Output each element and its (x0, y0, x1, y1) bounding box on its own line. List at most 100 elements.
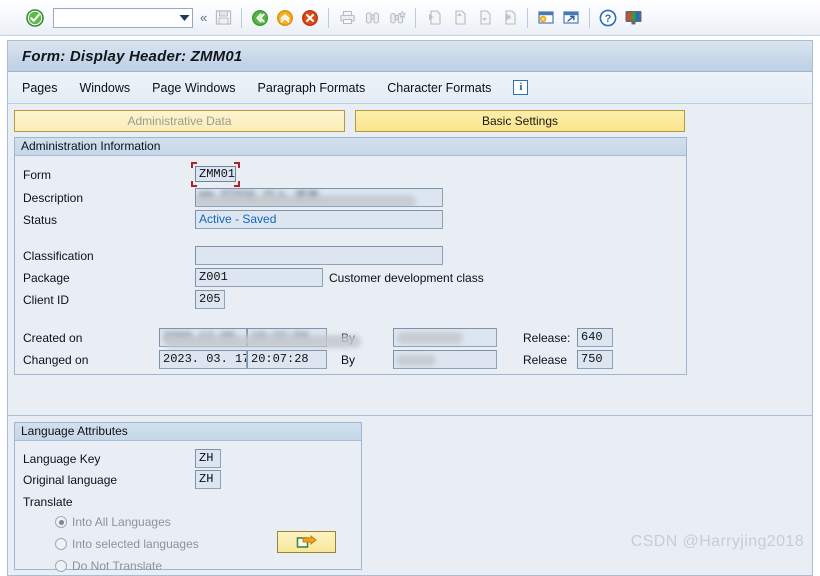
changed-on-date: 2023. 03. 17 (159, 350, 247, 369)
menu-item-page-windows[interactable]: Page Windows (152, 81, 235, 95)
administration-information-group: Administration Information Form ZMM01 De… (14, 137, 687, 375)
content-panel: Administrative Data Basic Settings Admin… (7, 104, 813, 576)
translate-transport-button[interactable] (277, 531, 336, 553)
menu-item-pages[interactable]: Pages (22, 81, 57, 95)
form-field-focus-wrapper: ZMM01 (195, 166, 236, 183)
changed-on-time: 20:07:28 (247, 350, 327, 369)
binoculars-plus-icon[interactable] (386, 7, 408, 29)
client-id-field-row: Client ID 205 (23, 290, 225, 309)
radio-into-all-languages[interactable]: Into All Languages (55, 515, 171, 529)
created-by-redaction-overlay (397, 332, 463, 344)
next-page-icon[interactable] (473, 7, 495, 29)
language-key-label: Language Key (23, 452, 195, 466)
changed-by-value (393, 350, 497, 369)
shortcut-window-icon[interactable] (560, 7, 582, 29)
radio-into-selected-languages[interactable]: Into selected languages (55, 537, 199, 551)
toolbar-divider (589, 8, 590, 28)
classification-input[interactable] (195, 246, 443, 265)
created-on-date: 2008.12.06 (159, 328, 247, 347)
focus-corner-top-right (234, 162, 240, 168)
menu-item-paragraph-formats[interactable]: Paragraph Formats (258, 81, 366, 95)
previous-page-icon[interactable] (448, 7, 470, 29)
created-by-value (393, 328, 497, 347)
translate-label: Translate (23, 495, 73, 509)
administration-information-header: Administration Information (15, 138, 686, 156)
changed-on-label: Changed on (23, 353, 159, 367)
command-field[interactable] (53, 8, 193, 28)
client-id-label: Client ID (23, 293, 195, 307)
help-question-icon[interactable]: ? (597, 7, 619, 29)
menu-item-character-formats[interactable]: Character Formats (387, 81, 491, 95)
transport-arrow-icon (296, 533, 318, 552)
binoculars-icon[interactable] (361, 7, 383, 29)
classification-field-row: Classification (23, 246, 443, 265)
original-language-row: Original language ZH (23, 470, 221, 489)
toolbar-divider (415, 8, 416, 28)
save-disk-icon[interactable] (212, 7, 234, 29)
form-label: Form (23, 168, 195, 182)
green-check-icon[interactable] (24, 7, 46, 29)
tab-administrative-data[interactable]: Administrative Data (14, 110, 345, 132)
collapse-command-icon[interactable]: « (198, 11, 209, 24)
changed-by-label: By (341, 353, 393, 367)
created-on-time: 10:22:50 (247, 328, 327, 347)
tab-strip: Administrative Data Basic Settings (14, 110, 806, 132)
radio-do-not-translate-button[interactable] (55, 560, 67, 572)
language-attributes-header: Language Attributes (15, 423, 361, 441)
printer-icon[interactable] (336, 7, 358, 29)
svg-text:?: ? (605, 13, 612, 25)
toolbar-divider (328, 8, 329, 28)
section-divider (8, 415, 812, 416)
created-time-redacted-text: 10:22:50 (251, 330, 309, 344)
radio-selected-dot (59, 520, 64, 525)
created-release-label: Release: (523, 331, 577, 345)
status-field-row: Status Active - Saved (23, 210, 443, 229)
created-on-row: Created on 2008.12.06 10:22:50 By Releas… (23, 328, 613, 347)
changed-by-redaction-overlay (396, 355, 436, 366)
radio-do-not-translate-label: Do Not Translate (72, 559, 162, 573)
tab-basic-settings-label: Basic Settings (482, 114, 558, 128)
form-input[interactable]: ZMM01 (195, 166, 236, 182)
watermark-text: CSDN @Harryjing2018 (631, 533, 804, 551)
created-on-label: Created on (23, 331, 159, 345)
new-session-icon[interactable] (535, 7, 557, 29)
red-cancel-icon[interactable] (299, 7, 321, 29)
description-redacted-text: MM 打印化 行入 底单 (199, 190, 319, 204)
radio-into-selected-languages-label: Into selected languages (72, 537, 199, 551)
tab-basic-settings[interactable]: Basic Settings (355, 110, 685, 132)
last-page-icon[interactable] (498, 7, 520, 29)
status-value: Active - Saved (195, 210, 443, 229)
classification-label: Classification (23, 249, 195, 263)
package-hint: Customer development class (329, 271, 484, 285)
info-icon[interactable]: i (513, 80, 528, 95)
radio-into-selected-languages-button[interactable] (55, 538, 67, 550)
orange-up-arrow-icon[interactable] (274, 7, 296, 29)
radio-into-all-languages-button[interactable] (55, 516, 67, 528)
focus-corner-top-left (191, 162, 197, 168)
toolbar-divider (241, 8, 242, 28)
customize-layout-icon[interactable] (622, 7, 644, 29)
command-input[interactable] (54, 11, 176, 25)
created-by-label: By (341, 331, 393, 345)
created-date-redacted-text: 2008.12.06 (163, 330, 235, 344)
description-label: Description (23, 191, 195, 205)
main-toolbar: « (0, 0, 820, 36)
package-label: Package (23, 271, 195, 285)
tab-administrative-data-label: Administrative Data (127, 114, 231, 128)
menu-item-windows[interactable]: Windows (79, 81, 130, 95)
language-key-value: ZH (195, 449, 221, 468)
focus-corner-bottom-left (191, 181, 197, 187)
chevron-down-icon[interactable] (176, 9, 192, 27)
green-back-arrow-icon[interactable] (249, 7, 271, 29)
status-label: Status (23, 213, 195, 227)
description-input[interactable]: MM 打印化 行入 底单 (195, 188, 443, 207)
form-field-row: Form ZMM01 (23, 165, 236, 184)
package-field-row: Package Z001 Customer development class (23, 268, 484, 287)
first-page-icon[interactable] (423, 7, 445, 29)
window-title-bar: Form: Display Header: ZMM01 (7, 40, 813, 72)
translate-section-label-row: Translate (23, 492, 73, 511)
package-input[interactable]: Z001 (195, 268, 323, 287)
radio-do-not-translate[interactable]: Do Not Translate (55, 559, 162, 573)
client-id-value: 205 (195, 290, 225, 309)
original-language-label: Original language (23, 473, 195, 487)
